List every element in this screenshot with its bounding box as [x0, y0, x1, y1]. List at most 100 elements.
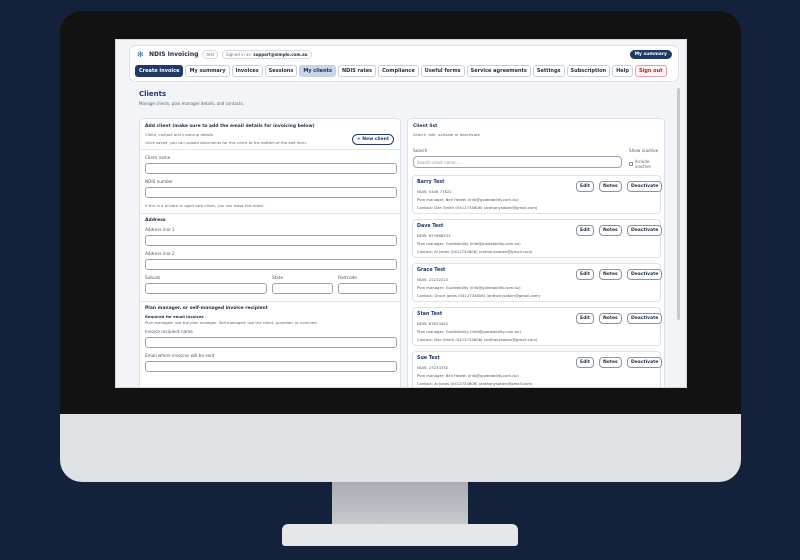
edit-button[interactable]: Edit — [576, 313, 594, 324]
nav-help[interactable]: Help — [612, 65, 633, 77]
main-nav: Create invoice My summary Invoices Sessi… — [135, 65, 667, 77]
client-list-heading: Client list — [413, 124, 438, 129]
nav-settings[interactable]: Settings — [532, 65, 565, 77]
address1-input[interactable] — [145, 235, 397, 246]
page-scrollbar[interactable] — [677, 88, 680, 320]
add-client-sub1: Client, contact and invoicing details — [145, 132, 214, 137]
monitor-chin — [60, 414, 741, 482]
client-contact: Contact: Al Jones (0412734608) (anthonys… — [417, 249, 533, 254]
nav-compliance[interactable]: Compliance — [378, 65, 419, 77]
deactivate-button[interactable]: Deactivate — [627, 225, 663, 236]
recipient-name-input[interactable] — [145, 337, 397, 348]
client-card: Stan Test NDIS: 63553442 Plan manager: G… — [412, 307, 663, 346]
page-subtitle: Manage clients, plan manager details, an… — [139, 101, 244, 106]
postcode-label: Postcode — [338, 275, 357, 280]
deactivate-button[interactable]: Deactivate — [627, 269, 663, 280]
nav-sessions[interactable]: Sessions — [264, 65, 298, 77]
client-name: Stan Test — [417, 312, 443, 317]
deactivate-button[interactable]: Deactivate — [627, 357, 663, 368]
plan-manager-heading: Plan manager, or self-managed invoice re… — [145, 306, 268, 311]
address-heading: Address — [145, 218, 166, 223]
notes-button[interactable]: Notes — [599, 357, 622, 368]
signed-in-label: Signed in as — [226, 52, 251, 57]
client-search-input[interactable]: Search client name... — [413, 156, 622, 168]
show-inactive-label: Show inactive — [629, 148, 659, 153]
include-inactive-checkbox[interactable]: Include inactive — [629, 159, 664, 169]
address2-input[interactable] — [145, 259, 397, 270]
suburb-label: Suburb — [145, 275, 161, 280]
notes-button[interactable]: Notes — [599, 225, 622, 236]
client-name: Barry Test — [417, 180, 445, 185]
edit-button[interactable]: Edit — [576, 269, 594, 280]
edit-button[interactable]: Edit — [576, 225, 594, 236]
client-plan-manager: Plan manager: Bell Health (info@guideabi… — [417, 197, 519, 202]
invoice-email-label: Email where invoices will be sent — [145, 353, 215, 358]
client-list-sub: Search, edit, activate or deactivate — [413, 132, 480, 137]
nav-my-clients[interactable]: My clients — [299, 65, 336, 77]
nav-my-summary[interactable]: My summary — [185, 65, 230, 77]
edit-button[interactable]: Edit — [576, 181, 594, 192]
edit-button[interactable]: Edit — [576, 357, 594, 368]
add-client-heading: Add client (make sure to add the email d… — [145, 124, 315, 129]
divider — [140, 213, 400, 214]
monitor-stand-neck — [332, 482, 468, 527]
nav-useful-forms[interactable]: Useful forms — [420, 65, 465, 77]
client-plan-manager: Plan manager: GuideAbility (info@guideab… — [417, 329, 521, 334]
client-card: Sue Test NDIS: 23233332 Plan manager: Be… — [412, 351, 663, 387]
client-name: Grace Test — [417, 268, 446, 273]
nav-subscription[interactable]: Subscription — [566, 65, 611, 77]
search-label: Search — [413, 148, 428, 153]
client-plan-manager: Plan manager: Guideability (info@guideab… — [417, 241, 521, 246]
env-badge: test — [202, 50, 219, 59]
signed-in-chip: Signed in as: support@simplo.com.au — [222, 50, 312, 59]
app-logo-icon: ✻ — [137, 49, 144, 59]
notes-button[interactable]: Notes — [599, 181, 622, 192]
main-content: Clients Manage clients, plan manager det… — [139, 90, 669, 387]
client-ndis: NDIS: 657666533 — [417, 233, 451, 238]
invoice-email-input[interactable] — [145, 361, 397, 372]
nav-invoices[interactable]: Invoices — [231, 65, 263, 77]
address1-label: Address line 1 — [145, 227, 175, 232]
nav-create-invoice[interactable]: Create invoice — [135, 65, 184, 77]
notes-button[interactable]: Notes — [599, 269, 622, 280]
client-name-label: Client name — [145, 155, 171, 160]
client-name-input[interactable] — [145, 163, 397, 174]
client-list-panel: Client list Search, edit, activate or de… — [407, 118, 665, 387]
ndis-number-input[interactable] — [145, 187, 397, 198]
client-contact: Contact: Dan Smith (0412734608) (anthony… — [417, 337, 538, 342]
nav-service-agreements[interactable]: Service agreements — [466, 65, 531, 77]
client-ndis: NDIS: 5446 77822 — [417, 189, 452, 194]
include-inactive-label: Include inactive — [634, 159, 651, 169]
checkbox-box[interactable] — [629, 162, 633, 166]
deactivate-button[interactable]: Deactivate — [627, 181, 663, 192]
state-input[interactable] — [272, 283, 333, 294]
my-summary-top-button[interactable]: My summary — [629, 50, 672, 59]
add-client-panel: Add client (make sure to add the email d… — [139, 118, 401, 387]
page-title: Clients — [139, 90, 167, 98]
ndis-help-text: If this is a private or aged care client… — [145, 203, 265, 208]
nav-sign-out[interactable]: Sign out — [634, 65, 667, 77]
client-ndis: NDIS: 63553442 — [417, 321, 449, 326]
postcode-input[interactable] — [338, 283, 397, 294]
client-ndis: NDIS: 23233332 — [417, 365, 449, 370]
nav-ndis-rates[interactable]: NDIS rates — [338, 65, 377, 77]
monitor-stand-foot — [282, 524, 518, 546]
address2-label: Address line 2 — [145, 251, 175, 256]
client-card: Barry Test NDIS: 5446 77822 Plan manager… — [412, 175, 663, 214]
client-ndis: NDIS: 22222222 — [417, 277, 449, 282]
plan-manager-required: Required for email invoices — [145, 314, 204, 319]
plan-manager-help: Plan-managed: use the plan manager. Self… — [145, 320, 318, 325]
divider — [140, 149, 400, 150]
state-label: State — [272, 275, 284, 280]
notes-button[interactable]: Notes — [599, 313, 622, 324]
recipient-name-label: Invoice recipient name — [145, 329, 193, 334]
suburb-input[interactable] — [145, 283, 267, 294]
client-name: Sue Test — [417, 356, 440, 361]
brand: ✻ NDIS Invoicing test Signed in as: supp… — [137, 50, 312, 59]
client-card: Grace Test NDIS: 22222222 Plan manager: … — [412, 263, 663, 302]
client-name: Dave Test — [417, 224, 444, 229]
deactivate-button[interactable]: Deactivate — [627, 313, 663, 324]
client-card: Dave Test NDIS: 657666533 Plan manager: … — [412, 219, 663, 258]
new-client-button[interactable]: + New client — [351, 134, 394, 145]
header-card: ✻ NDIS Invoicing test Signed in as: supp… — [129, 45, 679, 82]
